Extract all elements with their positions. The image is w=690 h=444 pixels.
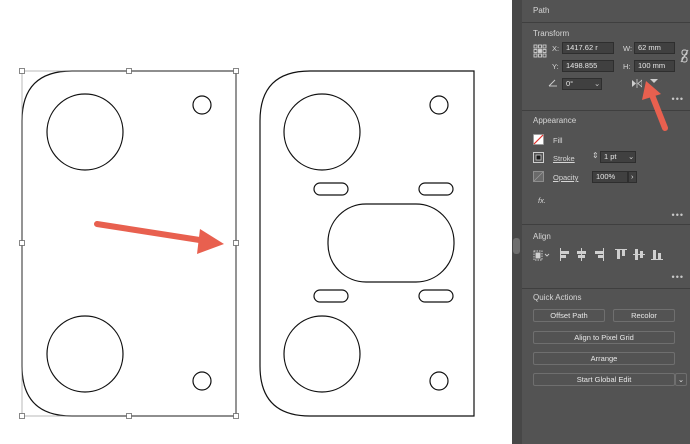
recolor-button[interactable]: Recolor [613,309,675,322]
rotate-dropdown-icon[interactable]: ⌄ [594,79,600,88]
arrange-button[interactable]: Arrange [533,352,675,365]
right-small-hole-bottom [429,371,449,391]
handle-middle-left [19,240,25,246]
opacity-label[interactable]: Opacity [553,173,578,182]
offset-path-button[interactable]: Offset Path [533,309,605,322]
fx-effects-button[interactable]: fx. [538,196,546,205]
right-slot-top-right [418,182,454,196]
align-buttons-group[interactable] [559,248,677,261]
rotate-angle-icon [548,79,557,87]
fill-label: Fill [553,136,563,145]
properties-panel: Path Transform X: 1417.62 r W: 62 mm Y: … [512,0,690,444]
handle-bottom-right [233,413,239,419]
panel-title: Path [533,6,550,15]
w-label: W: [623,44,633,53]
align-top-icon [615,249,627,259]
handle-middle-right [233,240,239,246]
stroke-dropdown-icon[interactable]: ⌄ [628,152,634,161]
annotation-arrow-panel [642,81,668,131]
right-slot-top-left [313,182,349,196]
left-small-hole-bottom [192,371,212,391]
appearance-more-icon[interactable]: ••• [672,210,684,220]
opacity-chevron-icon[interactable]: › [628,171,637,183]
align-bottom-icon [651,250,663,260]
artwork-svg[interactable] [0,0,512,444]
grip-knob[interactable] [513,238,520,254]
handle-top-center [126,68,132,74]
artboard-canvas[interactable] [0,0,512,444]
stroke-label[interactable]: Stroke [553,154,575,163]
h-label: H: [623,62,631,71]
constrain-proportions-icon[interactable] [680,49,689,63]
fill-none-icon[interactable] [533,134,544,145]
w-field[interactable]: 62 mm [634,42,675,54]
align-right-icon [595,248,604,261]
y-label: Y: [552,62,559,71]
stroke-swatch-icon[interactable] [533,152,544,163]
appearance-title: Appearance [533,116,577,125]
start-global-edit-button[interactable]: Start Global Edit [533,373,675,386]
x-label: X: [552,44,560,53]
handle-top-right [233,68,239,74]
y-field[interactable]: 1498.855 [562,60,614,72]
left-large-hole-top [46,93,124,171]
align-more-icon[interactable]: ••• [672,272,684,282]
stroke-stepper-icon[interactable]: ⇕ [592,151,599,160]
align-title: Align [533,232,551,241]
right-center-stadium [327,203,455,283]
right-small-hole-top [429,95,449,115]
opacity-icon [533,171,544,182]
global-edit-options-icon[interactable]: ⌄ [675,373,687,386]
align-to-selection-icon[interactable] [533,250,551,261]
right-slot-bottom-right [418,289,454,303]
right-large-hole-top [283,93,361,171]
h-field[interactable]: 100 mm [634,60,675,72]
opacity-field[interactable]: 100% [592,171,628,183]
x-field[interactable]: 1417.62 r [562,42,614,54]
handle-top-left [19,68,25,74]
align-to-pixel-grid-button[interactable]: Align to Pixel Grid [533,331,675,344]
handle-bottom-center [126,413,132,419]
left-small-hole-top [192,95,212,115]
left-large-hole-bottom [46,315,124,393]
handle-bottom-left [19,413,25,419]
align-vertical-center-icon [633,249,645,260]
right-plate-outline [259,70,475,417]
quick-actions-title: Quick Actions [533,293,582,302]
align-horizontal-center-icon [577,248,586,261]
right-plate[interactable] [259,70,475,417]
reference-point-icon[interactable] [533,44,547,58]
right-large-hole-bottom [283,315,361,393]
panel-resize-grip[interactable] [512,0,522,444]
annotation-arrow-canvas [94,221,224,254]
right-slot-bottom-left [313,289,349,303]
align-left-icon [560,248,569,261]
transform-title: Transform [533,29,570,38]
